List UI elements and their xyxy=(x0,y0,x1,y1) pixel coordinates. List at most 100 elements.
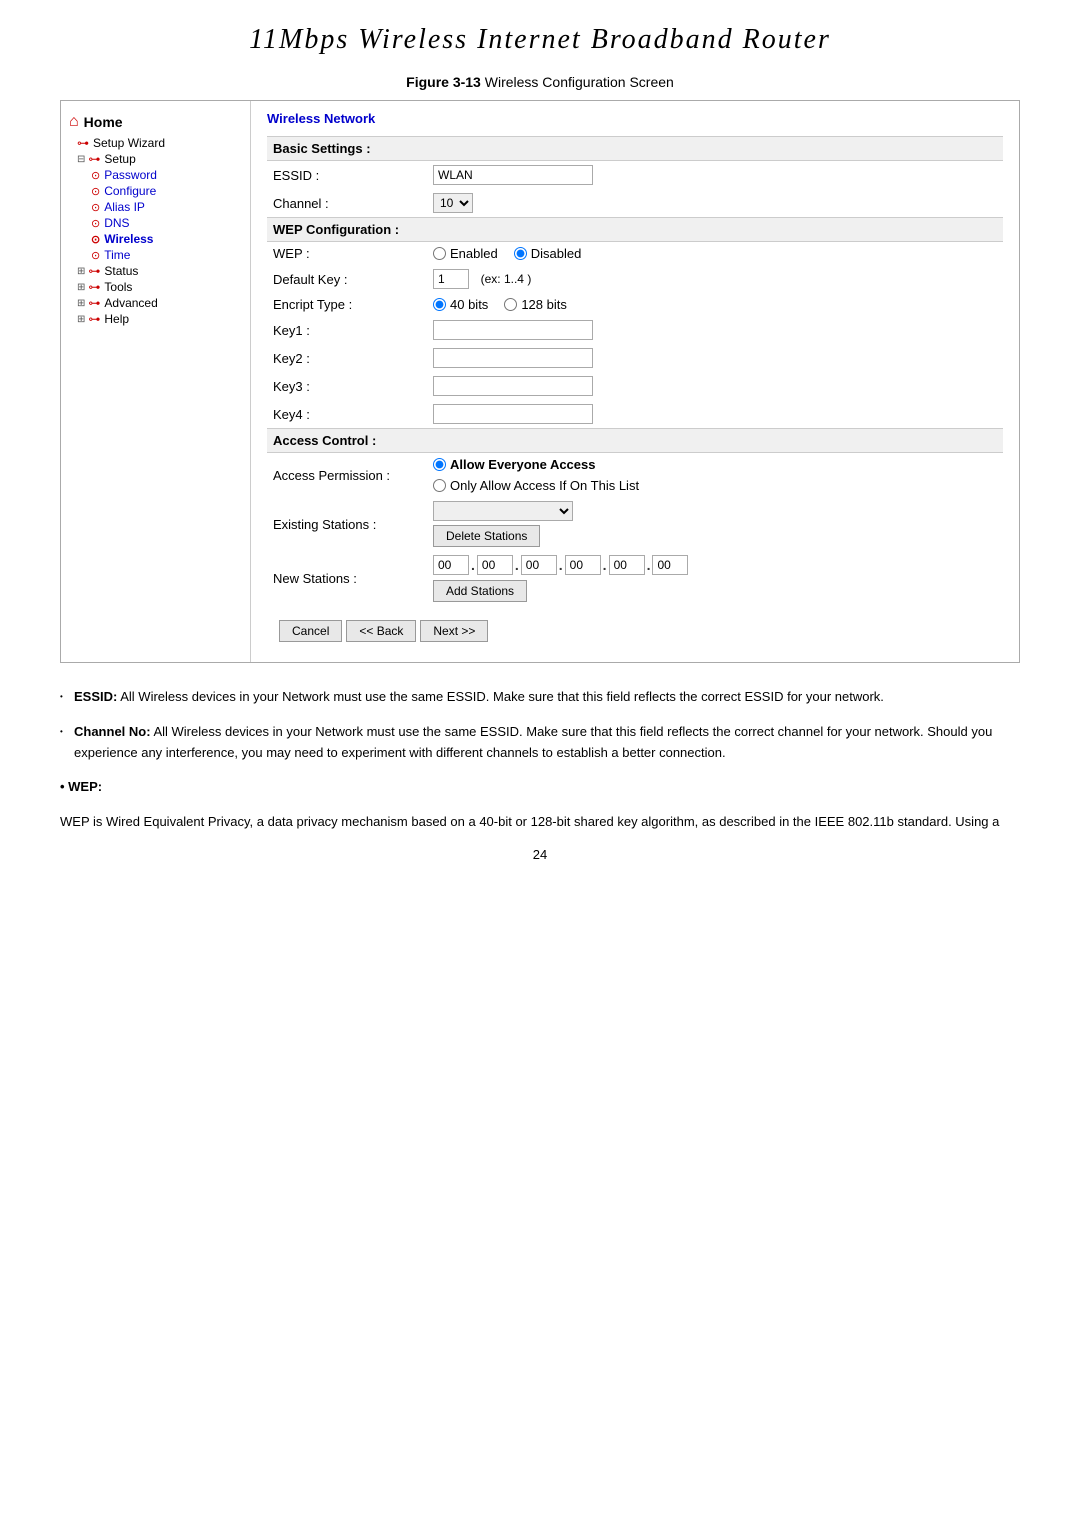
help-icon: ⊶ xyxy=(88,312,100,326)
delete-stations-button[interactable]: Delete Stations xyxy=(433,525,540,547)
wep-disabled-label: Disabled xyxy=(531,246,582,261)
figure-caption-bold: Figure 3-13 xyxy=(406,74,481,90)
essid-bullet: • ESSID: All Wireless devices in your Ne… xyxy=(60,687,1020,708)
key2-input[interactable] xyxy=(433,348,593,368)
key3-row: Key3 : xyxy=(267,372,1003,400)
setup-wizard-icon: ⊶ xyxy=(77,136,89,150)
sidebar-item-advanced[interactable]: ⊞ ⊶ Advanced xyxy=(61,295,250,311)
key3-input[interactable] xyxy=(433,376,593,396)
mac-octet-1[interactable] xyxy=(433,555,469,575)
sidebar-sub-label: Password xyxy=(104,168,157,182)
sidebar-home[interactable]: ⌂ Home xyxy=(61,109,250,135)
channel-bullet: • Channel No: All Wireless devices in yo… xyxy=(60,722,1020,764)
mac-octet-3[interactable] xyxy=(521,555,557,575)
sidebar-item-password[interactable]: ⊙ Password xyxy=(61,167,250,183)
config-table: Basic Settings : ESSID : Channel : 1234 xyxy=(267,136,1003,646)
page-title: 11Mbps Wireless Internet Broadband Route… xyxy=(0,0,1080,74)
back-button[interactable]: << Back xyxy=(346,620,416,642)
sidebar-item-dns[interactable]: ⊙ DNS xyxy=(61,215,250,231)
sidebar-item-help-label: Help xyxy=(104,312,129,326)
existing-stations-select[interactable] xyxy=(433,501,573,521)
essid-row: ESSID : xyxy=(267,161,1003,190)
sidebar-item-time[interactable]: ⊙ Time xyxy=(61,247,250,263)
sidebar-item-tools[interactable]: ⊞ ⊶ Tools xyxy=(61,279,250,295)
mac-octet-5[interactable] xyxy=(609,555,645,575)
key1-input[interactable] xyxy=(433,320,593,340)
only-allow-option[interactable]: Only Allow Access If On This List xyxy=(433,478,997,493)
wep-enabled-option[interactable]: Enabled xyxy=(433,246,498,261)
bottom-buttons-row: Cancel << Back Next >> xyxy=(267,606,1003,646)
content-area: Wireless Network Basic Settings : ESSID … xyxy=(251,101,1019,662)
figure-caption: Figure 3-13 Wireless Configuration Scree… xyxy=(0,74,1080,90)
encript-128-option[interactable]: 128 bits xyxy=(504,297,567,312)
key2-cell xyxy=(427,344,1003,372)
advanced-icon: ⊶ xyxy=(88,296,100,310)
sidebar-sub-label: Wireless xyxy=(104,232,153,246)
mac-octet-4[interactable] xyxy=(565,555,601,575)
configure-icon: ⊙ xyxy=(91,185,100,198)
access-permission-row: Access Permission : Allow Everyone Acces… xyxy=(267,453,1003,498)
key1-row: Key1 : xyxy=(267,316,1003,344)
sidebar-item-setup-label: Setup xyxy=(104,152,135,166)
sidebar-item-setup[interactable]: ⊟ ⊶ Setup xyxy=(61,151,250,167)
mac-octet-6[interactable] xyxy=(652,555,688,575)
wep-disabled-option[interactable]: Disabled xyxy=(514,246,582,261)
default-key-label: Default Key : xyxy=(267,265,427,293)
next-button[interactable]: Next >> xyxy=(420,620,488,642)
sidebar-item-configure[interactable]: ⊙ Configure xyxy=(61,183,250,199)
channel-row: Channel : 1234 5678 91011 xyxy=(267,189,1003,218)
existing-stations-cell: Delete Stations xyxy=(427,497,1003,551)
expand-icon-status: ⊞ xyxy=(77,266,85,277)
sidebar-item-label: Setup Wizard xyxy=(93,136,165,150)
channel-select[interactable]: 1234 5678 91011 xyxy=(433,193,473,213)
mac-octet-2[interactable] xyxy=(477,555,513,575)
key1-label: Key1 : xyxy=(267,316,427,344)
allow-everyone-option[interactable]: Allow Everyone Access xyxy=(433,457,997,472)
only-allow-radio[interactable] xyxy=(433,479,446,492)
sidebar: ⌂ Home ⊶ Setup Wizard ⊟ ⊶ Setup ⊙ Passwo… xyxy=(61,101,251,662)
sidebar-sub-label: Configure xyxy=(104,184,156,198)
access-permission-cell: Allow Everyone Access Only Allow Access … xyxy=(427,453,1003,498)
wep-enabled-radio[interactable] xyxy=(433,247,446,260)
key4-cell xyxy=(427,400,1003,429)
sidebar-item-help[interactable]: ⊞ ⊶ Help xyxy=(61,311,250,327)
key2-label: Key2 : xyxy=(267,344,427,372)
wep-disabled-radio[interactable] xyxy=(514,247,527,260)
essid-cell xyxy=(427,161,1003,190)
encript-40-radio[interactable] xyxy=(433,298,446,311)
encript-40-label: 40 bits xyxy=(450,297,488,312)
essid-input[interactable] xyxy=(433,165,593,185)
allow-everyone-radio[interactable] xyxy=(433,458,446,471)
wep-config-row: WEP Configuration : xyxy=(267,218,1003,242)
default-key-cell: (ex: 1..4 ) xyxy=(427,265,1003,293)
sidebar-item-status-label: Status xyxy=(104,264,138,278)
encript-type-label: Encript Type : xyxy=(267,293,427,316)
wep-label: WEP : xyxy=(267,242,427,266)
default-key-hint: (ex: 1..4 ) xyxy=(481,272,532,286)
sidebar-item-wireless[interactable]: ⊙ Wireless xyxy=(61,231,250,247)
sidebar-item-advanced-label: Advanced xyxy=(104,296,157,310)
wep-radio-group: Enabled Disabled xyxy=(433,246,997,261)
existing-stations-label: Existing Stations : xyxy=(267,497,427,551)
time-icon: ⊙ xyxy=(91,249,100,262)
essid-bullet-content: ESSID: All Wireless devices in your Netw… xyxy=(74,687,1020,708)
encript-128-label: 128 bits xyxy=(521,297,567,312)
access-permission-label: Access Permission : xyxy=(267,453,427,498)
essid-label: ESSID : xyxy=(267,161,427,190)
encript-40-option[interactable]: 40 bits xyxy=(433,297,488,312)
add-stations-button[interactable]: Add Stations xyxy=(433,580,527,602)
setup-icon: ⊶ xyxy=(88,152,100,166)
sidebar-item-alias-ip[interactable]: ⊙ Alias IP xyxy=(61,199,250,215)
sidebar-item-setup-wizard[interactable]: ⊶ Setup Wizard xyxy=(61,135,250,151)
cancel-button[interactable]: Cancel xyxy=(279,620,342,642)
encript-128-radio[interactable] xyxy=(504,298,517,311)
access-control-label: Access Control : xyxy=(267,429,1003,453)
wep-body-text: WEP is Wired Equivalent Privacy, a data … xyxy=(60,812,1020,833)
default-key-row: Default Key : (ex: 1..4 ) xyxy=(267,265,1003,293)
sidebar-item-status[interactable]: ⊞ ⊶ Status xyxy=(61,263,250,279)
sidebar-sub-label: DNS xyxy=(104,216,129,230)
default-key-input[interactable] xyxy=(433,269,469,289)
expand-icon-tools: ⊞ xyxy=(77,282,85,293)
key4-input[interactable] xyxy=(433,404,593,424)
basic-settings-label: Basic Settings : xyxy=(267,137,1003,161)
